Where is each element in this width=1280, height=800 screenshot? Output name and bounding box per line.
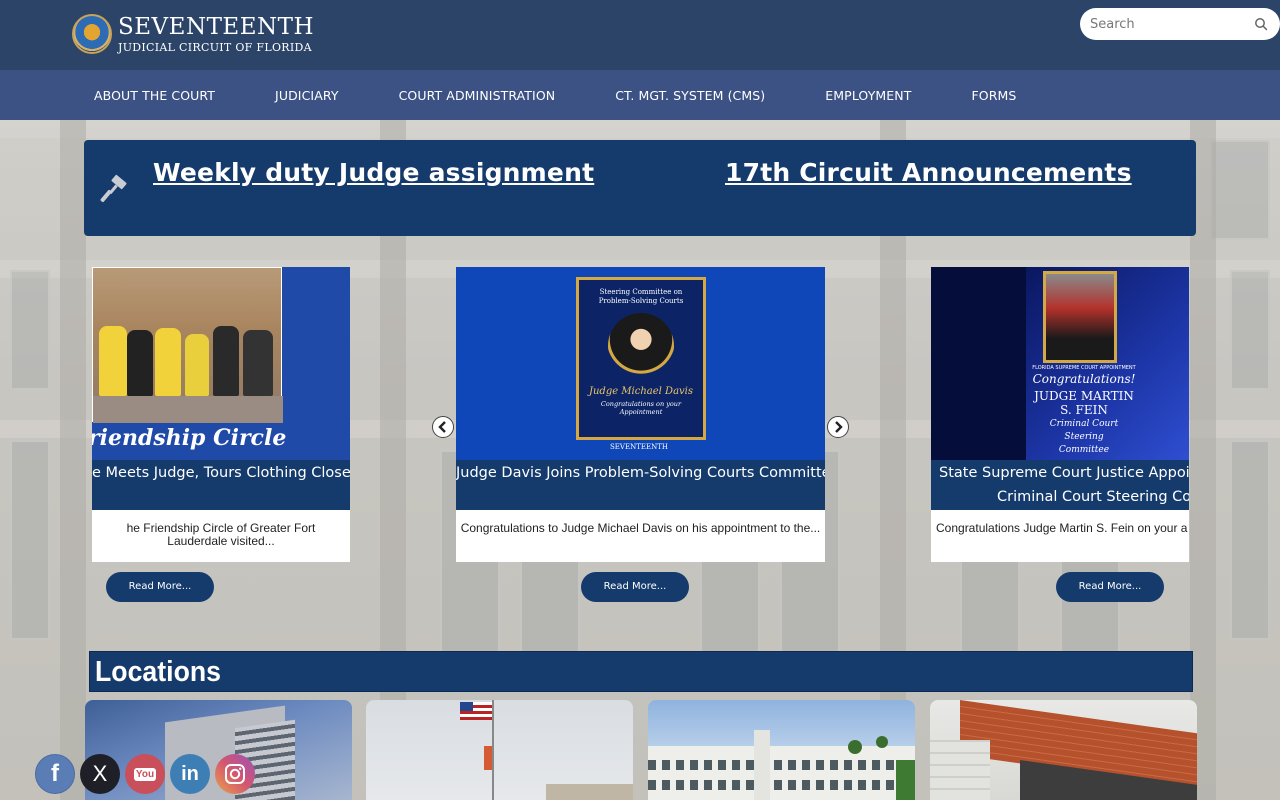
florida-seal-icon	[72, 14, 112, 54]
facebook-icon[interactable]: f	[35, 754, 75, 794]
weekly-duty-judge-link[interactable]: Weekly duty Judge assignment	[153, 158, 594, 187]
locations-title: Locations	[95, 656, 222, 688]
news-card-caption[interactable]: Judge Davis Joins Problem-Solving Courts…	[456, 460, 825, 510]
nav-item-cms[interactable]: CT. MGT. SYSTEM (CMS)	[615, 88, 765, 103]
carousel-prev-button[interactable]	[432, 416, 454, 438]
location-card-4[interactable]	[930, 700, 1197, 800]
news-card-caption[interactable]: State Supreme Court Justice Appoint Crim…	[931, 460, 1189, 510]
nav-item-forms[interactable]: FORMS	[972, 88, 1017, 103]
search-box	[1080, 8, 1280, 40]
youtube-icon[interactable]: You	[125, 754, 165, 794]
news-card-image: Steering Committee on Problem-Solving Co…	[456, 267, 825, 460]
nav-item-about-the-court[interactable]: ABOUT THE COURT	[94, 88, 215, 103]
chevron-right-icon	[835, 421, 843, 433]
x-twitter-icon[interactable]: X	[80, 754, 120, 794]
search-icon[interactable]	[1254, 17, 1268, 31]
read-more-button[interactable]: Read More...	[106, 572, 214, 602]
location-card-2[interactable]	[366, 700, 633, 800]
news-carousel: riendship Circle e Meets Judge, Tours Cl…	[84, 260, 1196, 610]
site-logo[interactable]: SEVENTEENTH JUDICIAL CIRCUIT OF FLORIDA	[72, 14, 314, 54]
linkedin-icon[interactable]: in	[170, 754, 210, 794]
news-card-image: riendship Circle	[92, 267, 350, 460]
site-header: SEVENTEENTH JUDICIAL CIRCUIT OF FLORIDA	[0, 0, 1280, 70]
main-nav: ABOUT THE COURT JUDICIARY COURT ADMINIST…	[0, 70, 1280, 120]
news-card-excerpt: Congratulations to Judge Michael Davis o…	[456, 510, 825, 562]
appointment-poster: Steering Committee on Problem-Solving Co…	[576, 277, 706, 440]
news-card-friendship-circle: riendship Circle e Meets Judge, Tours Cl…	[92, 267, 350, 563]
judge-portrait	[608, 313, 674, 379]
location-card-3[interactable]	[648, 700, 915, 800]
logo-title: SEVENTEENTH	[118, 13, 315, 40]
news-card-excerpt: Congratulations Judge Martin S. Fein on …	[931, 510, 1189, 562]
nav-item-court-administration[interactable]: COURT ADMINISTRATION	[399, 88, 556, 103]
chevron-left-icon	[438, 421, 446, 433]
news-card-image: FLORIDA SUPREME COURT APPOINTMENT Congra…	[931, 267, 1189, 460]
news-card-caption[interactable]: e Meets Judge, Tours Clothing Closet	[92, 460, 350, 510]
news-card-excerpt: he Friendship Circle of Greater Fort Lau…	[92, 510, 350, 562]
instagram-icon[interactable]	[215, 754, 255, 794]
circuit-announcements-link[interactable]: 17th Circuit Announcements	[725, 158, 1132, 187]
news-card-judge-fein: FLORIDA SUPREME COURT APPOINTMENT Congra…	[931, 267, 1189, 563]
gavel-icon	[100, 174, 127, 203]
nav-item-employment[interactable]: EMPLOYMENT	[825, 88, 911, 103]
read-more-button[interactable]: Read More...	[581, 572, 689, 602]
group-photo	[92, 267, 283, 423]
read-more-button[interactable]: Read More...	[1056, 572, 1164, 602]
carousel-next-button[interactable]	[827, 416, 849, 438]
locations-header: Locations	[89, 651, 1193, 692]
announcement-banner: Weekly duty Judge assignment 17th Circui…	[84, 140, 1196, 236]
instagram-glyph-icon	[225, 764, 245, 784]
news-card-image-text: riendship Circle	[92, 425, 287, 451]
judge-portrait	[1043, 271, 1117, 363]
search-input[interactable]	[1090, 16, 1250, 32]
logo-subtitle: JUDICIAL CIRCUIT OF FLORIDA	[118, 40, 312, 54]
news-card-judge-davis: Steering Committee on Problem-Solving Co…	[456, 267, 825, 563]
nav-item-judiciary[interactable]: JUDICIARY	[275, 88, 339, 103]
